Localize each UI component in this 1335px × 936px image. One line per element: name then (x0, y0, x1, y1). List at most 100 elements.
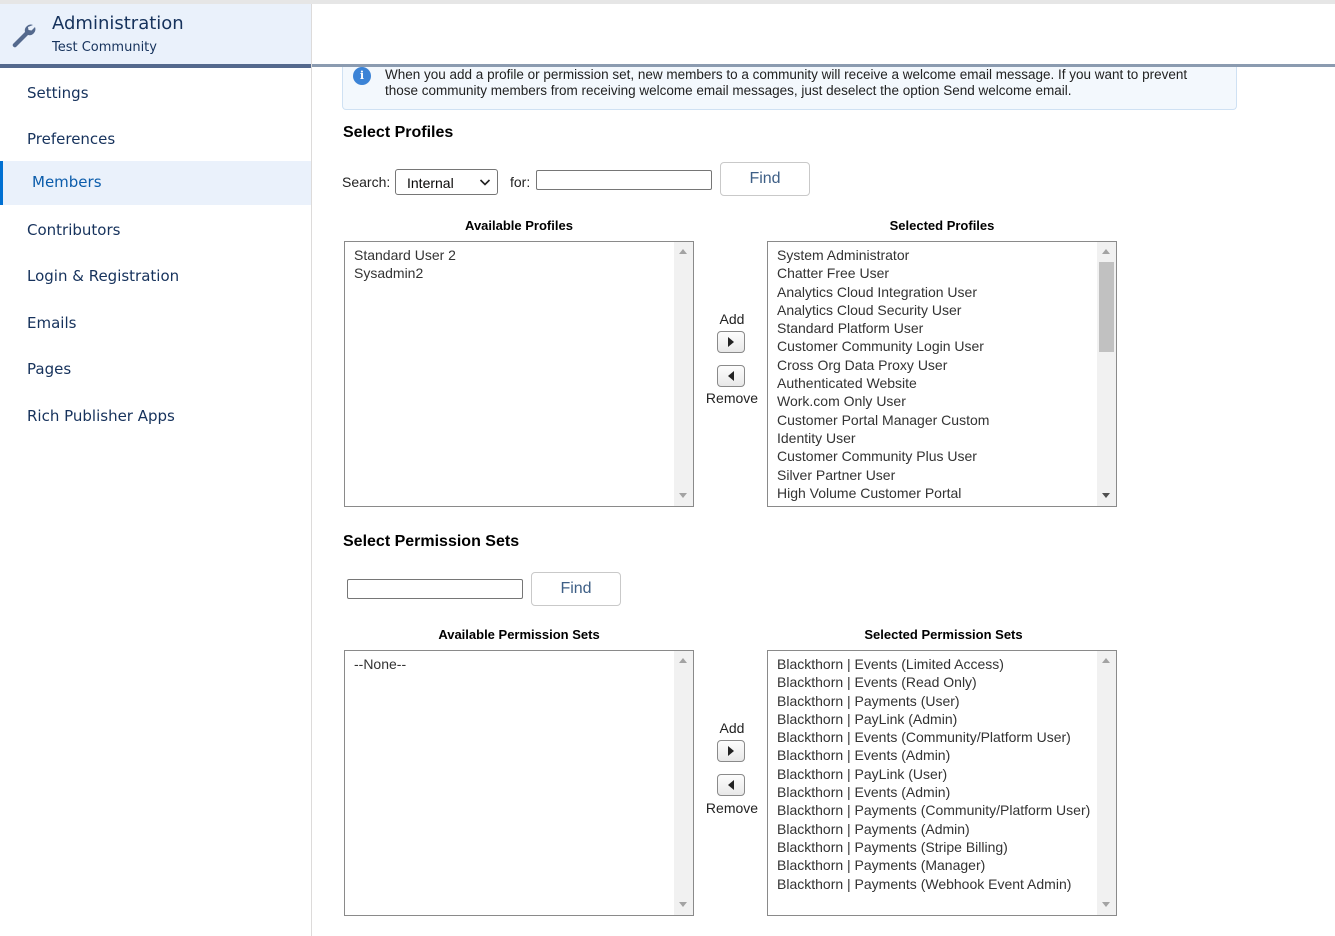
permission-set-find-button[interactable]: Find (531, 572, 621, 606)
list-option[interactable]: Authenticated Website (777, 374, 989, 392)
info-banner: i When you add a profile or permission s… (342, 67, 1237, 110)
available-permission-sets-list[interactable]: --None-- (344, 650, 694, 916)
list-option[interactable]: Gold Partner User (777, 502, 989, 506)
for-label: for: (510, 174, 531, 190)
sidebar-item-label: Emails (27, 314, 77, 332)
list-option[interactable]: Customer Community Plus User (777, 447, 989, 465)
sidebar-item-contributors[interactable]: Contributors (0, 209, 311, 253)
sidebar-item-label: Rich Publisher Apps (27, 407, 175, 425)
permission-set-search-input[interactable] (347, 579, 523, 599)
sidebar-item-login-registration[interactable]: Login & Registration (0, 255, 311, 299)
remove-profile-button[interactable] (717, 365, 745, 387)
sidebar-item-label: Preferences (27, 130, 116, 148)
list-option[interactable]: Blackthorn | Payments (User) (777, 692, 1090, 710)
profile-search-input[interactable] (536, 170, 712, 190)
available-profiles-items: Standard User 2 Sysadmin2 (354, 246, 456, 283)
list-option[interactable]: Blackthorn | Payments (Community/Platfor… (777, 801, 1090, 819)
sidebar-item-settings[interactable]: Settings (0, 72, 311, 116)
list-option[interactable]: Identity User (777, 429, 989, 447)
add-profile-button[interactable] (717, 331, 745, 353)
profile-find-button[interactable]: Find (720, 162, 810, 196)
list-option[interactable]: Blackthorn | Payments (Webhook Event Adm… (777, 875, 1090, 893)
arrow-right-icon (728, 746, 734, 756)
sidebar-title: Administration (52, 13, 184, 34)
list-option[interactable]: Work.com Only User (777, 392, 989, 410)
scrollbar[interactable] (674, 242, 693, 506)
sidebar-item-members[interactable]: Members (0, 161, 311, 205)
list-option[interactable]: --None-- (354, 655, 406, 673)
main-header-divider (312, 64, 1335, 67)
sidebar-item-label: Login & Registration (27, 267, 180, 285)
available-permission-sets-items: --None-- (354, 655, 406, 673)
list-option[interactable]: System Administrator (777, 246, 989, 264)
arrow-left-icon (728, 780, 734, 790)
selected-profiles-list[interactable]: System Administrator Chatter Free User Ana… (767, 241, 1117, 507)
sidebar-header: Administration Test Community (0, 4, 311, 64)
sidebar-item-rich-publisher-apps[interactable]: Rich Publisher Apps (0, 395, 311, 439)
sidebar-subtitle: Test Community (52, 40, 157, 55)
remove-permission-set-button[interactable] (717, 774, 745, 796)
scroll-up-arrow-icon[interactable] (1102, 249, 1110, 254)
add-profile-label: Add (719, 311, 745, 327)
list-option[interactable]: Blackthorn | Events (Admin) (777, 746, 1090, 764)
scroll-up-arrow-icon[interactable] (1102, 658, 1110, 663)
remove-profile-label: Remove (705, 390, 759, 406)
list-option[interactable]: Blackthorn | Events (Limited Access) (777, 655, 1090, 673)
available-profiles-list[interactable]: Standard User 2 Sysadmin2 (344, 241, 694, 507)
scroll-thumb[interactable] (1099, 262, 1114, 352)
add-permission-set-button[interactable] (717, 740, 745, 762)
list-option[interactable]: Standard Platform User (777, 319, 989, 337)
list-option[interactable]: Blackthorn | Events (Community/Platform … (777, 728, 1090, 746)
scrollbar[interactable] (674, 651, 693, 915)
scroll-up-arrow-icon[interactable] (679, 249, 687, 254)
list-option[interactable]: Blackthorn | Payments (Admin) (777, 820, 1090, 838)
list-option[interactable]: High Volume Customer Portal (777, 484, 989, 502)
sidebar-item-emails[interactable]: Emails (0, 302, 311, 346)
scrollbar[interactable] (1097, 242, 1116, 506)
list-option[interactable]: Chatter Free User (777, 264, 989, 282)
scroll-down-arrow-icon[interactable] (679, 902, 687, 907)
selected-profiles-label: Selected Profiles (889, 218, 995, 233)
list-option[interactable]: Cross Org Data Proxy User (777, 356, 989, 374)
chevron-down-icon (479, 179, 491, 186)
sidebar-item-label: Contributors (27, 221, 121, 239)
main-header (312, 4, 1335, 64)
scroll-down-arrow-icon[interactable] (1102, 493, 1110, 498)
scrollbar[interactable] (1097, 651, 1116, 915)
select-permission-sets-title: Select Permission Sets (343, 533, 520, 550)
list-option[interactable]: Analytics Cloud Security User (777, 301, 989, 319)
selected-permission-sets-label: Selected Permission Sets (864, 627, 1023, 642)
list-option[interactable]: Customer Portal Manager Custom (777, 411, 989, 429)
scroll-down-arrow-icon[interactable] (1102, 902, 1110, 907)
available-permission-sets-label: Available Permission Sets (438, 627, 600, 642)
selected-permission-sets-list[interactable]: Blackthorn | Events (Limited Access) Blac… (767, 650, 1117, 916)
profile-search-selected: Internal (407, 175, 454, 191)
scroll-down-arrow-icon[interactable] (679, 493, 687, 498)
list-option[interactable]: Blackthorn | PayLink (Admin) (777, 710, 1090, 728)
info-icon: i (353, 67, 371, 85)
arrow-left-icon (728, 371, 734, 381)
info-text: When you add a profile or permission set… (385, 67, 1188, 98)
scroll-up-arrow-icon[interactable] (679, 658, 687, 663)
list-option[interactable]: Blackthorn | Payments (Manager) (777, 856, 1090, 874)
list-option[interactable]: Analytics Cloud Integration User (777, 283, 989, 301)
list-option[interactable]: Silver Partner User (777, 466, 989, 484)
add-permission-set-label: Add (719, 720, 745, 736)
arrow-right-icon (728, 337, 734, 347)
list-option[interactable]: Standard User 2 (354, 246, 456, 264)
list-option[interactable]: Customer Community Login User (777, 337, 989, 355)
sidebar-item-label: Settings (27, 84, 89, 102)
search-label: Search: (342, 174, 391, 190)
list-option[interactable]: Blackthorn | Payments (Stripe Billing) (777, 838, 1090, 856)
sidebar-item-preferences[interactable]: Preferences (0, 118, 311, 162)
list-option[interactable]: Sysadmin2 (354, 264, 456, 282)
list-option[interactable]: Blackthorn | PayLink (User) (777, 765, 1090, 783)
wrench-icon (12, 24, 36, 48)
available-profiles-label: Available Profiles (465, 218, 573, 233)
sidebar-item-pages[interactable]: Pages (0, 348, 311, 392)
profile-search-select[interactable]: Internal (395, 169, 498, 195)
sidebar-item-label: Pages (27, 360, 72, 378)
list-option[interactable]: Blackthorn | Events (Read Only) (777, 673, 1090, 691)
selected-profiles-items: System Administrator Chatter Free User Ana… (777, 246, 989, 506)
list-option[interactable]: Blackthorn | Events (Admin) (777, 783, 1090, 801)
